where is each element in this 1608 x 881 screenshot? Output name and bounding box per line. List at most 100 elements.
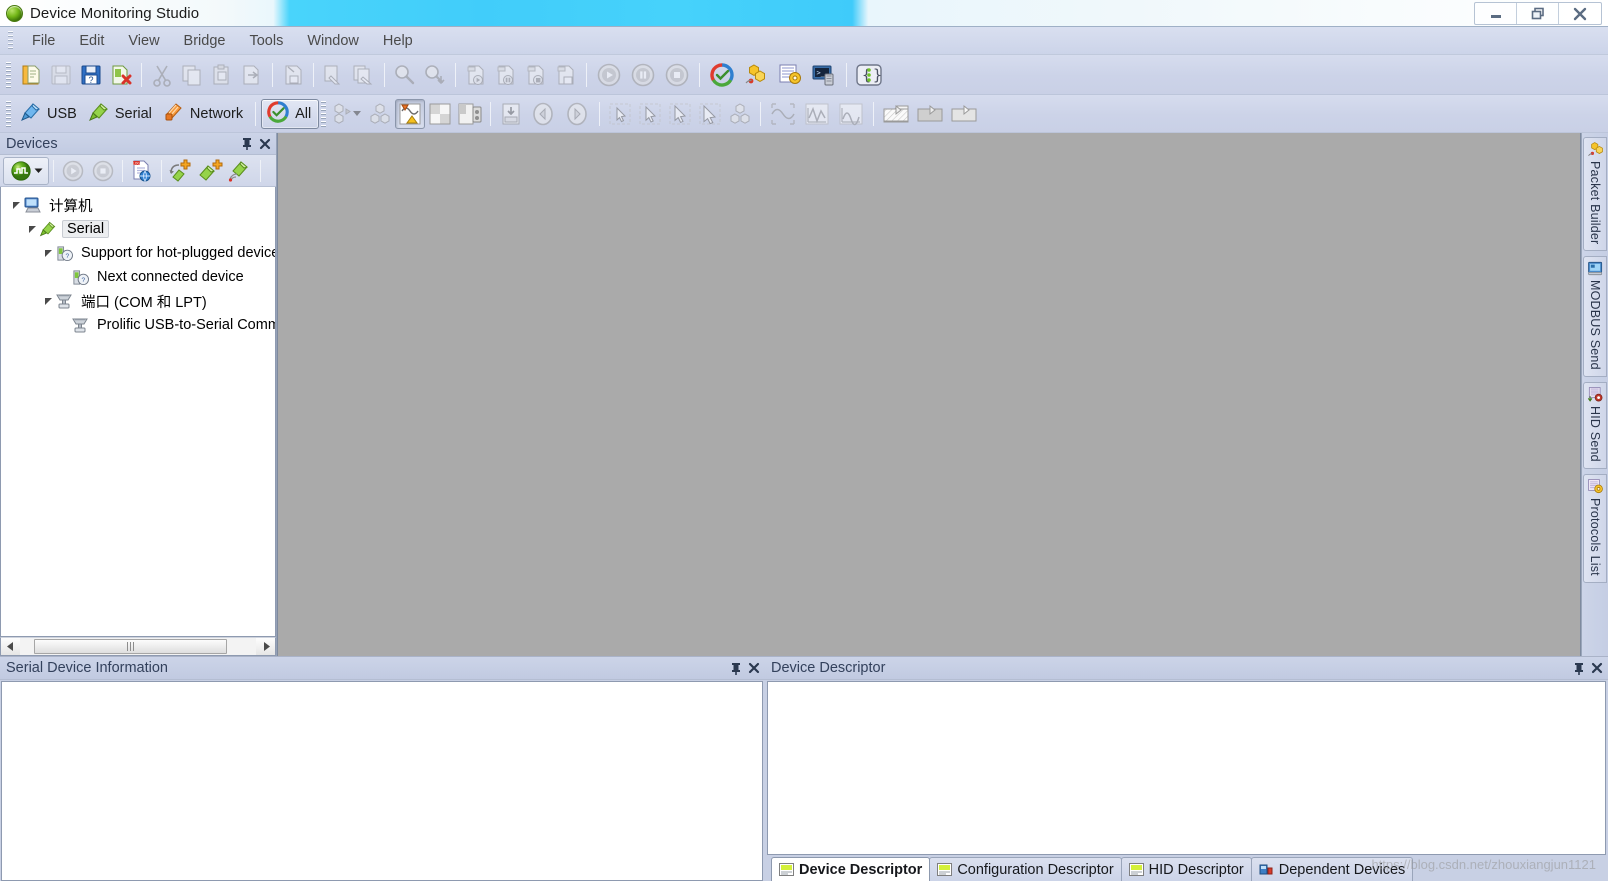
filter-toolbar-grip-handle-2[interactable]	[321, 100, 327, 127]
tab-hid-descriptor[interactable]: HID Descriptor	[1120, 857, 1252, 881]
select-2-icon[interactable]	[635, 99, 665, 129]
expander-icon[interactable]	[41, 246, 55, 260]
pin-icon[interactable]	[1571, 661, 1586, 676]
save-binary-icon[interactable]	[278, 60, 308, 90]
close-document-icon[interactable]	[106, 60, 136, 90]
pin-icon[interactable]	[728, 661, 743, 676]
tree-item-serial[interactable]: Serial	[1, 217, 275, 241]
scroll-left-icon[interactable]	[1, 638, 20, 655]
close-icon[interactable]	[746, 661, 761, 676]
save-as-icon[interactable]: ?	[76, 60, 106, 90]
filter-all-button[interactable]: All	[261, 98, 320, 129]
module-icon[interactable]	[365, 99, 395, 129]
waveform-1-icon[interactable]	[800, 99, 834, 129]
find-icon[interactable]	[390, 60, 420, 90]
tree-item-prolific-port[interactable]: Prolific USB-to-Serial Comm Port	[1, 313, 275, 337]
folder-2-icon[interactable]	[913, 99, 947, 129]
tab-configuration-descriptor[interactable]: Configuration Descriptor	[929, 857, 1122, 881]
menu-view[interactable]: View	[116, 30, 171, 52]
tab-device-descriptor[interactable]: Device Descriptor	[771, 857, 931, 881]
select-4-icon[interactable]	[695, 99, 725, 129]
folder-3-icon[interactable]	[947, 99, 981, 129]
terminal-icon[interactable]: >_	[807, 60, 841, 90]
menu-window[interactable]: Window	[295, 30, 371, 52]
filter-usb-button[interactable]: USB	[16, 99, 84, 129]
menu-bridge[interactable]: Bridge	[172, 30, 238, 52]
script-icon[interactable]: { }	[852, 60, 886, 90]
log-start-icon[interactable]	[461, 60, 491, 90]
select-3-icon[interactable]	[665, 99, 695, 129]
scroll-right-icon[interactable]	[256, 638, 275, 655]
scroll-track[interactable]	[20, 638, 256, 655]
tree-item-ports[interactable]: 端口 (COM 和 LPT)	[1, 289, 275, 313]
stop-icon[interactable]	[660, 60, 694, 90]
restore-button[interactable]	[1517, 3, 1559, 24]
all-sessions-icon[interactable]	[705, 60, 739, 90]
add-virtual-serial-icon[interactable]	[166, 157, 196, 185]
protocols-list-icon[interactable]	[773, 60, 807, 90]
module-dropdown-icon[interactable]	[331, 99, 365, 129]
log-save-icon[interactable]	[551, 60, 581, 90]
vtab-hid-send[interactable]: HID Send	[1583, 382, 1607, 469]
expander-icon[interactable]	[41, 294, 55, 308]
new-session-icon[interactable]	[16, 60, 46, 90]
toolbar-grip-handle[interactable]	[6, 61, 11, 88]
start-icon[interactable]	[58, 157, 88, 185]
log-pause-icon[interactable]	[491, 60, 521, 90]
filter-network-button[interactable]: Network	[159, 99, 250, 129]
download-icon[interactable]	[496, 99, 526, 129]
expander-icon[interactable]	[25, 222, 39, 236]
menu-grip-handle[interactable]	[8, 30, 13, 51]
pause-icon[interactable]	[626, 60, 660, 90]
filter-serial-button[interactable]: Serial	[84, 99, 159, 129]
tree-item-hotplug-support[interactable]: ? Support for hot-plugged devices	[1, 241, 275, 265]
signal-scatter-icon[interactable]	[766, 99, 800, 129]
paste-icon[interactable]	[207, 60, 237, 90]
menu-help[interactable]: Help	[371, 30, 425, 52]
devices-horizontal-scrollbar[interactable]	[0, 637, 276, 656]
descriptor-content[interactable]	[767, 681, 1606, 855]
split-view-icon[interactable]	[425, 99, 455, 129]
scroll-thumb[interactable]	[34, 639, 227, 654]
find-next-icon[interactable]	[420, 60, 450, 90]
folder-1-icon[interactable]	[879, 99, 913, 129]
select-1-icon[interactable]	[605, 99, 635, 129]
copy-icon[interactable]	[177, 60, 207, 90]
vtab-modbus-send[interactable]: MODBUS Send	[1583, 256, 1607, 378]
menu-file[interactable]: File	[20, 30, 67, 52]
menu-tools[interactable]: Tools	[237, 30, 295, 52]
prev-icon[interactable]	[526, 99, 560, 129]
clear-all-icon[interactable]	[349, 60, 379, 90]
cut-icon[interactable]	[147, 60, 177, 90]
capture-dropdown-icon[interactable]	[3, 156, 49, 185]
log-web-icon[interactable]: LOG	[127, 157, 157, 185]
vtab-packet-builder[interactable]: Packet Builder	[1583, 137, 1607, 252]
play-icon[interactable]	[592, 60, 626, 90]
vtab-protocols-list[interactable]: Protocols List	[1583, 473, 1607, 583]
wireless-serial-icon[interactable]	[226, 157, 256, 185]
save-icon[interactable]	[46, 60, 76, 90]
expander-icon[interactable]	[9, 198, 23, 212]
data-view-icon[interactable]	[395, 98, 426, 129]
pin-icon[interactable]	[239, 136, 254, 151]
next-icon[interactable]	[560, 99, 594, 129]
main-workspace[interactable]	[277, 133, 1581, 656]
menu-edit[interactable]: Edit	[67, 30, 116, 52]
close-icon[interactable]	[1589, 661, 1604, 676]
panel-view-icon[interactable]	[455, 99, 485, 129]
stop-icon[interactable]	[88, 157, 118, 185]
export-icon[interactable]	[237, 60, 267, 90]
clear-window-icon[interactable]	[319, 60, 349, 90]
filter-toolbar-grip-handle[interactable]	[6, 100, 11, 127]
close-icon[interactable]	[257, 136, 272, 151]
log-stop-icon[interactable]	[521, 60, 551, 90]
devices-tree[interactable]: 计算机 Serial ? Support for hot-plugged dev…	[0, 187, 276, 637]
add-serial-icon[interactable]	[196, 157, 226, 185]
packet-builder-icon[interactable]	[739, 60, 773, 90]
cluster-icon[interactable]	[725, 99, 755, 129]
serial-info-content[interactable]	[1, 681, 763, 881]
waveform-2-icon[interactable]	[834, 99, 868, 129]
close-button[interactable]	[1559, 3, 1601, 24]
minimize-button[interactable]	[1475, 3, 1517, 24]
tree-item-computer[interactable]: 计算机	[1, 193, 275, 217]
